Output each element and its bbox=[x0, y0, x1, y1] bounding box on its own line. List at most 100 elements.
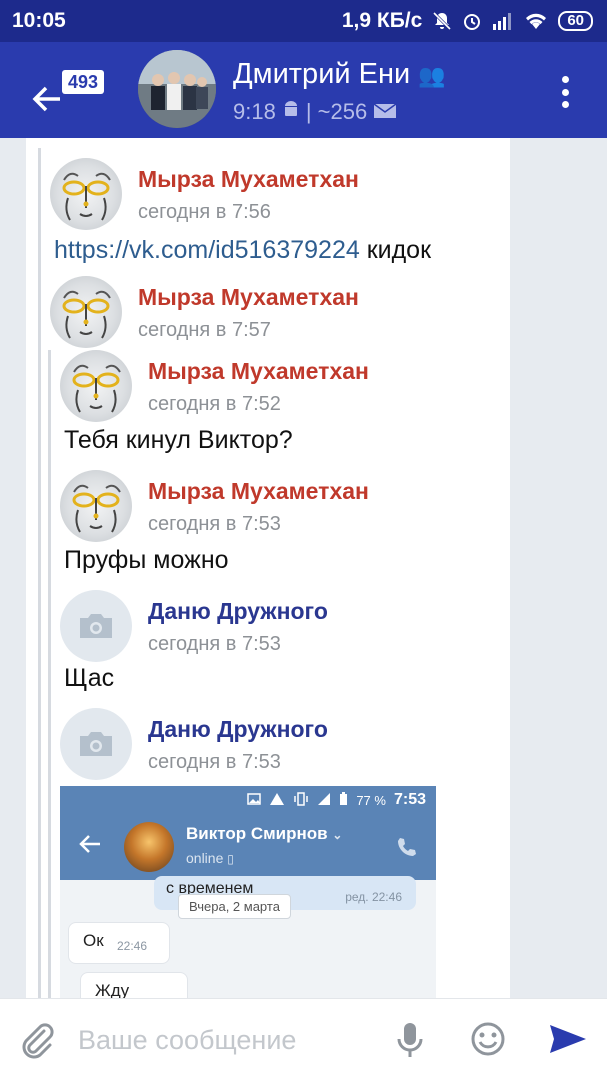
attached-screenshot[interactable]: 77 % 7:53 Виктор Смирнов ⌄ online ▯ с вр… bbox=[60, 786, 436, 998]
group-photo-icon bbox=[138, 50, 216, 128]
voice-message-button[interactable] bbox=[396, 1021, 424, 1064]
send-arrow-icon bbox=[550, 1025, 586, 1053]
envelope-icon bbox=[373, 99, 397, 125]
screenshot-status-bar: 77 % 7:53 bbox=[60, 786, 436, 814]
more-dot-icon bbox=[561, 88, 569, 96]
subtitle-count: | ~256 bbox=[305, 99, 368, 124]
message-author[interactable]: Мырза Мухаметхан bbox=[148, 478, 369, 505]
avatar[interactable] bbox=[60, 708, 132, 780]
message-author[interactable]: Мырза Мухаметхан bbox=[148, 358, 369, 385]
message-time: сегодня в 7:53 bbox=[148, 751, 281, 773]
incoming-bubble: Ок 22:46 bbox=[68, 922, 170, 964]
message-composer bbox=[0, 998, 607, 1080]
incoming-text: Жду bbox=[95, 981, 130, 998]
screenshot-battery: 77 % bbox=[356, 792, 386, 808]
screenshot-app-bar: Виктор Смирнов ⌄ online ▯ bbox=[60, 814, 436, 880]
sketch-face-icon bbox=[62, 172, 111, 221]
vibrate-icon bbox=[293, 791, 309, 809]
message-link[interactable]: https://vk.com/id516379224 bbox=[54, 236, 360, 264]
incoming-time: 22:46 bbox=[117, 939, 148, 953]
contact-avatar bbox=[124, 822, 174, 872]
back-arrow-icon bbox=[32, 86, 62, 117]
app-bar: 493 Дмитрий Ени 👥 9:18 | ~256 bbox=[0, 42, 607, 138]
more-dot-icon bbox=[561, 76, 569, 83]
message-author[interactable]: Мырза Мухаметхан bbox=[138, 166, 359, 193]
alarm-icon bbox=[462, 11, 482, 31]
back-button[interactable]: 493 bbox=[22, 60, 105, 120]
message-author[interactable]: Даню Дружного bbox=[148, 716, 328, 743]
warning-icon bbox=[269, 792, 285, 809]
message-text-suffix: кидок bbox=[359, 236, 432, 264]
avatar[interactable] bbox=[60, 470, 132, 542]
outgoing-time: ред. 22:46 bbox=[345, 890, 402, 904]
network-speed: 1,9 КБ/с bbox=[341, 9, 423, 32]
battery-indicator: 60 bbox=[558, 11, 593, 31]
contact-status: online ▯ bbox=[186, 850, 234, 866]
avatar[interactable] bbox=[50, 158, 122, 230]
chat-title-text: Дмитрий Ени bbox=[233, 58, 411, 90]
forward-line-outer bbox=[38, 148, 41, 998]
sketch-face-icon bbox=[72, 484, 121, 533]
message-header: Мырза Мухаметхан сегодня в 7:53 bbox=[60, 470, 369, 542]
android-icon bbox=[282, 99, 300, 125]
subtitle-time: 9:18 bbox=[233, 99, 276, 124]
smile-icon bbox=[471, 1022, 505, 1056]
overflow-menu-button[interactable] bbox=[559, 76, 571, 108]
status-time: 10:05 bbox=[12, 9, 66, 32]
camera-icon bbox=[80, 614, 112, 638]
call-icon bbox=[396, 836, 418, 863]
message-header: Мырза Мухаметхан сегодня в 7:57 bbox=[50, 276, 359, 348]
avatar[interactable] bbox=[60, 590, 132, 662]
message-text: Тебя кинул Виктор? bbox=[64, 426, 293, 454]
screenshot-time: 7:53 bbox=[393, 791, 426, 808]
chat-title[interactable]: Дмитрий Ени 👥 bbox=[233, 58, 446, 91]
incoming-text: Ок bbox=[83, 931, 104, 950]
message-author[interactable]: Мырза Мухаметхан bbox=[138, 284, 359, 311]
status-bar: 10:05 1,9 КБ/с 60 bbox=[0, 0, 607, 42]
send-button[interactable] bbox=[548, 1023, 588, 1060]
message-time: сегодня в 7:56 bbox=[138, 201, 271, 223]
group-members-icon: 👥 bbox=[418, 63, 446, 88]
network-icon bbox=[317, 792, 331, 809]
paperclip-icon bbox=[22, 1023, 54, 1059]
forward-line-inner bbox=[48, 350, 51, 998]
wifi-icon bbox=[524, 12, 548, 30]
microphone-icon bbox=[397, 1023, 423, 1057]
message-card: Мырза Мухаметхан сегодня в 7:56 https://… bbox=[26, 138, 510, 998]
unread-badge: 493 bbox=[62, 70, 105, 94]
message-header: Мырза Мухаметхан сегодня в 7:52 bbox=[60, 350, 369, 422]
message-text: Пруфы можно bbox=[64, 546, 229, 574]
avatar[interactable] bbox=[50, 276, 122, 348]
image-icon bbox=[247, 792, 262, 808]
camera-icon bbox=[80, 732, 112, 756]
message-time: сегодня в 7:57 bbox=[138, 319, 271, 341]
message-time: сегодня в 7:53 bbox=[148, 513, 281, 535]
chevron-down-icon: ⌄ bbox=[332, 828, 343, 842]
contact-name: Виктор Смирнов ⌄ bbox=[186, 824, 343, 843]
phone-small-icon: ▯ bbox=[227, 852, 234, 866]
message-author[interactable]: Даню Дружного bbox=[148, 598, 328, 625]
message-input[interactable] bbox=[78, 1017, 378, 1063]
sketch-face-icon bbox=[62, 290, 111, 339]
message-text: https://vk.com/id516379224 кидок bbox=[54, 236, 431, 265]
back-arrow-icon bbox=[78, 834, 102, 859]
mute-bell-icon bbox=[432, 11, 452, 31]
message-time: сегодня в 7:53 bbox=[148, 633, 281, 655]
emoji-button[interactable] bbox=[470, 1021, 506, 1062]
message-list[interactable]: Мырза Мухаметхан сегодня в 7:56 https://… bbox=[0, 138, 607, 998]
date-divider: Вчера, 2 марта bbox=[178, 894, 291, 919]
message-header: Даню Дружного сегодня в 7:53 bbox=[60, 708, 328, 780]
message-time: сегодня в 7:52 bbox=[148, 393, 281, 415]
signal-icon bbox=[492, 12, 514, 30]
message-header: Даню Дружного сегодня в 7:53 bbox=[60, 590, 328, 662]
chat-avatar[interactable] bbox=[138, 50, 216, 128]
sketch-face-icon bbox=[72, 364, 121, 413]
chat-subtitle: 9:18 | ~256 bbox=[233, 99, 397, 125]
cut-off-text bbox=[102, 138, 142, 140]
battery-small-icon bbox=[339, 791, 348, 809]
message-header: Мырза Мухаметхан сегодня в 7:56 bbox=[50, 158, 359, 230]
attach-button[interactable] bbox=[18, 1021, 54, 1064]
avatar[interactable] bbox=[60, 350, 132, 422]
more-dot-icon bbox=[561, 101, 569, 108]
incoming-bubble: Жду bbox=[80, 972, 188, 998]
